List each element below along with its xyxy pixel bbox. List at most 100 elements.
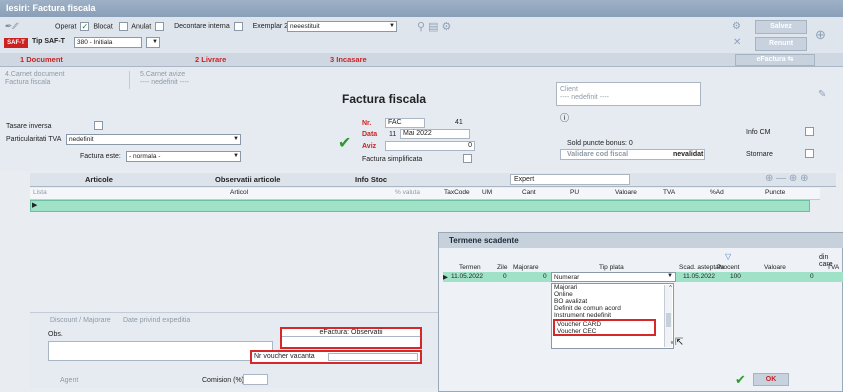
dropdown-scrollbar[interactable]: ^ v xyxy=(664,285,675,347)
tab-discount[interactable]: Discount / Majorare xyxy=(50,317,111,324)
col-termen[interactable]: Termen xyxy=(459,264,481,271)
tab-incasare-label: 3 Incasare xyxy=(330,55,367,64)
col-ad[interactable]: %Ad xyxy=(710,189,724,196)
stornare-label: Stornare xyxy=(746,151,773,158)
dialog-title: Termene scadente xyxy=(439,233,843,248)
col-valuta[interactable]: % valuta xyxy=(395,189,420,196)
option-bo-avalizat[interactable]: BO avalizat xyxy=(552,298,673,305)
chevron-down-icon[interactable]: v xyxy=(667,340,675,347)
row-majorare[interactable]: 0 xyxy=(543,273,547,280)
col-lista[interactable]: Lista xyxy=(33,189,47,196)
close-icon[interactable]: ✕ xyxy=(733,37,741,48)
col-taxcode[interactable]: TaxCode xyxy=(444,189,470,196)
tab-incasare[interactable]: 3 Incasare xyxy=(330,53,367,67)
tab-observatii[interactable]: Observatii articole xyxy=(215,173,280,187)
col-puncte[interactable]: Puncte xyxy=(765,189,785,196)
option-online[interactable]: Online xyxy=(552,291,673,298)
row-valoare[interactable]: 0 xyxy=(810,273,814,280)
row-zile[interactable]: 0 xyxy=(503,273,507,280)
data-month-field[interactable]: Mai 2022 xyxy=(400,129,470,139)
option-instrument[interactable]: Instrument nedefinit xyxy=(552,312,673,319)
renunt-button[interactable]: Renunt xyxy=(755,37,807,51)
tip-saft-select[interactable]: 380 - Initiala xyxy=(74,37,142,48)
tip-plata-value: Numerar xyxy=(554,274,580,281)
tab-info-stoc-label: Info Stoc xyxy=(355,175,388,184)
decontare-checkbox[interactable] xyxy=(233,22,243,31)
col-tva[interactable]: TVA xyxy=(663,189,675,196)
tab-articole[interactable]: Articole xyxy=(85,173,113,187)
carnet-value[interactable]: Factura fiscala xyxy=(5,79,129,87)
col-tip-plata[interactable]: Tip plata xyxy=(599,264,624,271)
col-majorare[interactable]: Majorare xyxy=(513,264,539,271)
tasare-checkbox[interactable] xyxy=(94,121,103,130)
filter-icon[interactable]: ▽ xyxy=(725,252,731,261)
factura-este-select[interactable]: - normala - ▼ xyxy=(126,151,241,162)
exemplar-select[interactable]: neeestituit ▼ xyxy=(287,21,397,32)
tab-document[interactable]: 1 Document xyxy=(20,53,63,67)
articles-grid-header: Lista Articol % valuta TaxCode UM Cant P… xyxy=(30,188,820,200)
simplificata-checkbox[interactable] xyxy=(463,154,472,163)
col-tva[interactable]: TVA xyxy=(827,264,839,271)
row-termen[interactable]: 11.05.2022 xyxy=(451,273,483,280)
option-voucher-cec[interactable]: Voucher CEC xyxy=(555,328,654,335)
efactura-observatii-box[interactable]: eFactura: Observatii xyxy=(280,327,422,349)
client-box[interactable]: Client ---- nedefinit ---- xyxy=(556,82,701,106)
stornare-checkbox[interactable] xyxy=(805,149,814,158)
col-articol[interactable]: Articol xyxy=(230,189,248,196)
tip-saft-dropdown[interactable]: ▼ xyxy=(146,37,160,48)
aviz-field[interactable]: 0 xyxy=(385,141,475,151)
edit-icon[interactable]: ✎ xyxy=(818,89,826,100)
col-valoare[interactable]: Valoare xyxy=(615,189,637,196)
col-procent[interactable]: Procent xyxy=(717,264,739,271)
option-definit[interactable]: Definit de comun acord xyxy=(552,305,673,312)
info-cm-checkbox[interactable] xyxy=(805,127,814,136)
ok-button[interactable]: OK xyxy=(753,373,789,386)
settings-icon[interactable]: ⚙ xyxy=(732,21,741,32)
saft-badge: SAF-T xyxy=(4,38,28,48)
efactura-button[interactable]: eFactura ⇆ xyxy=(735,54,815,66)
tip-plata-dropdown-list: Majorari Online BO avalizat Definit de c… xyxy=(551,283,674,349)
data-day[interactable]: 11 xyxy=(389,131,396,138)
col-um[interactable]: UM xyxy=(482,189,492,196)
chevron-up-icon[interactable]: ^ xyxy=(667,285,672,292)
expert-field[interactable]: Expert xyxy=(510,174,630,185)
row-pointer-icon: ▶ xyxy=(443,274,448,281)
comision-field[interactable] xyxy=(243,374,268,385)
row-scad[interactable]: 11.05.2022 xyxy=(683,273,715,280)
termene-dialog: Termene scadente ▽ din care Termen Zile … xyxy=(438,232,843,392)
row-procent[interactable]: 100 xyxy=(730,273,741,280)
scrollbar-thumb[interactable] xyxy=(666,313,671,327)
signature-icon[interactable]: ✒ ∕∕ xyxy=(4,21,34,33)
grid-tools-icons[interactable]: ⊕ — ⊕ ⊕ xyxy=(765,173,808,184)
option-majorari[interactable]: Majorari xyxy=(552,284,673,291)
voucher-input[interactable] xyxy=(328,353,418,361)
operat-checkbox[interactable] xyxy=(80,22,90,31)
check-icon: ✔ xyxy=(338,135,352,152)
particularitati-label: Particularitati TVA xyxy=(6,136,62,143)
table-row[interactable]: ▶ 11.05.2022 0 0 Numerar ▼ 11.05.2022 100… xyxy=(443,272,843,282)
nr-value[interactable]: 41 xyxy=(455,119,463,126)
tab-info-stoc[interactable]: Info Stoc xyxy=(355,173,387,187)
particularitati-select[interactable]: nedefinit ▼ xyxy=(66,134,241,145)
salvez-button[interactable]: Salvez xyxy=(755,20,807,34)
comision-label: Comision (%) xyxy=(202,377,245,384)
col-valoare[interactable]: Valoare xyxy=(764,264,786,271)
tab-expeditia[interactable]: Date privind expeditia xyxy=(123,317,190,324)
plus-icon[interactable]: ⊕ xyxy=(815,27,826,43)
validare-label[interactable]: Validare cod fiscal xyxy=(567,151,628,158)
tip-plata-select[interactable]: Numerar ▼ xyxy=(551,272,676,282)
print-icons[interactable]: ⚲ ▤ ⚙ xyxy=(417,20,451,33)
anulat-checkbox[interactable] xyxy=(155,22,165,31)
col-zile[interactable]: Zile xyxy=(497,264,507,271)
option-voucher-card[interactable]: Voucher CARD xyxy=(555,321,654,328)
nr-series-field[interactable]: FAC xyxy=(385,118,425,128)
blocat-checkbox[interactable] xyxy=(118,22,128,31)
col-pu[interactable]: PU xyxy=(570,189,579,196)
tab-livrare[interactable]: 2 Livrare xyxy=(195,53,226,67)
table-row[interactable]: ▶ xyxy=(30,200,810,212)
info-icon[interactable]: ⓘ xyxy=(560,111,569,124)
sold-puncte: Sold puncte bonus: 0 xyxy=(567,140,633,147)
col-cant[interactable]: Cant xyxy=(522,189,536,196)
carnet-avize-value[interactable]: ---- nedefinit ---- xyxy=(140,79,189,87)
obs-textarea[interactable] xyxy=(48,341,273,361)
